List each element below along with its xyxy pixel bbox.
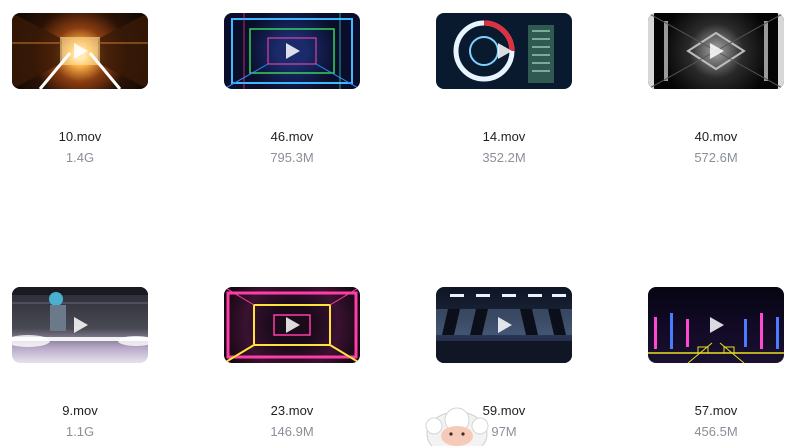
video-item[interactable]: 14.mov 352.2M [436, 13, 572, 165]
play-icon[interactable] [282, 315, 302, 335]
play-icon[interactable] [494, 41, 514, 61]
video-item[interactable]: 10.mov 1.4G [12, 13, 148, 165]
video-thumbnail[interactable] [12, 287, 148, 363]
file-name: 10.mov [58, 129, 102, 144]
video-item[interactable]: 9.mov 1.1G [12, 287, 148, 439]
file-name: 9.mov [62, 403, 98, 418]
file-name: 23.mov [270, 403, 314, 418]
video-item[interactable]: 59.mov 97M [436, 287, 572, 439]
play-icon[interactable] [706, 315, 726, 335]
file-size: 146.9M [270, 424, 314, 439]
video-item[interactable]: 57.mov 456.5M [648, 287, 784, 439]
file-size: 352.2M [482, 150, 526, 165]
file-size: 1.1G [65, 424, 95, 439]
play-icon[interactable] [70, 315, 90, 335]
video-item[interactable]: 40.mov 572.6M [648, 13, 784, 165]
video-thumbnail[interactable] [436, 13, 572, 89]
file-name: 57.mov [694, 403, 738, 418]
file-name: 46.mov [270, 129, 314, 144]
video-item[interactable]: 46.mov 795.3M [224, 13, 360, 165]
video-thumbnail[interactable] [12, 13, 148, 89]
video-thumbnail[interactable] [224, 13, 360, 89]
file-size: 572.6M [694, 150, 738, 165]
file-size: 456.5M [694, 424, 738, 439]
file-name: 14.mov [482, 129, 526, 144]
play-icon[interactable] [70, 41, 90, 61]
play-icon[interactable] [706, 41, 726, 61]
file-size: 1.4G [65, 150, 95, 165]
video-thumbnail[interactable] [436, 287, 572, 363]
video-item[interactable]: 23.mov 146.9M [224, 287, 360, 439]
file-size: 795.3M [270, 150, 314, 165]
file-name: 40.mov [694, 129, 738, 144]
video-thumbnail[interactable] [648, 13, 784, 89]
mascot-avatar-icon[interactable] [424, 406, 490, 446]
play-icon[interactable] [282, 41, 302, 61]
play-icon[interactable] [494, 315, 514, 335]
video-thumbnail[interactable] [648, 287, 784, 363]
video-thumbnail[interactable] [224, 287, 360, 363]
